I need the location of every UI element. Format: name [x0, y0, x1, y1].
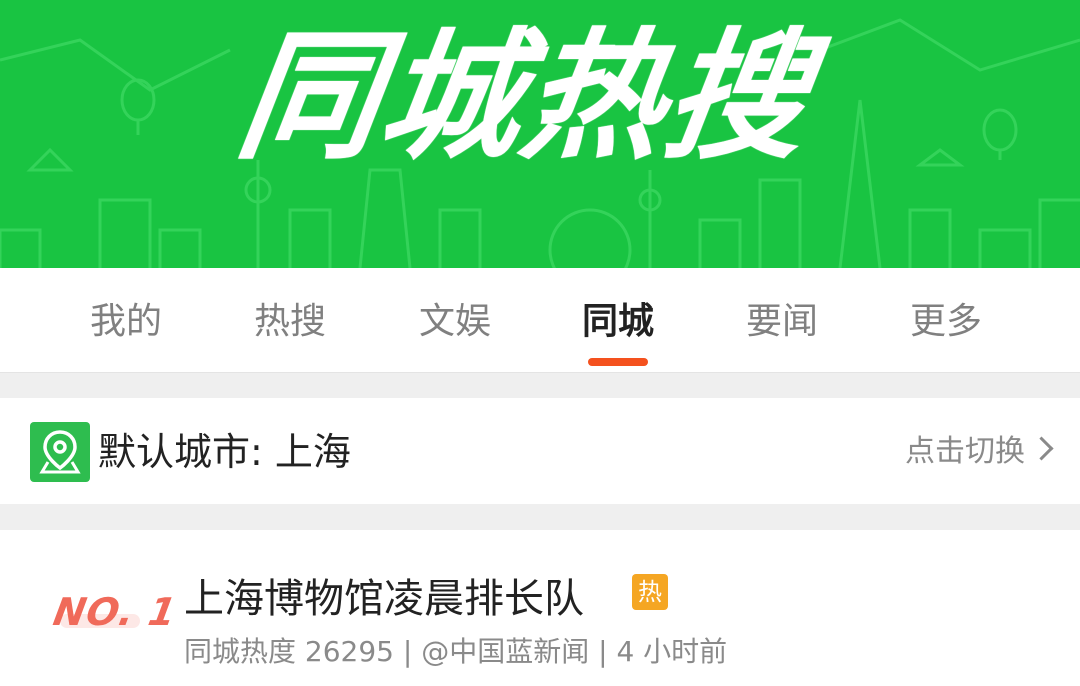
- location-pin-icon: [30, 422, 90, 482]
- tab-entertainment[interactable]: 文娱: [390, 268, 520, 372]
- default-city-label: 默认城市: 上海: [98, 430, 351, 474]
- tab-local[interactable]: 同城: [553, 268, 683, 372]
- rank-number: NO. 1: [50, 590, 181, 634]
- default-city-row: 默认城市: 上海 点击切换: [0, 398, 1080, 504]
- item-meta: 同城热度 26295 | @中国蓝新闻 | 4 小时前: [184, 635, 728, 668]
- banner-title: 同城热搜: [228, 16, 820, 179]
- switch-city-label: 点击切换: [905, 434, 1025, 469]
- chevron-right-icon: [1029, 436, 1054, 461]
- tab-more[interactable]: 更多: [881, 268, 1011, 372]
- switch-city-button[interactable]: 点击切换: [905, 398, 1054, 504]
- hot-badge: 热: [632, 574, 668, 610]
- list-item[interactable]: NO. 1 上海博物馆凌晨排长队 热 同城热度 26295 | @中国蓝新闻 |…: [0, 530, 1080, 686]
- header-banner: 同城热搜: [0, 0, 1080, 268]
- item-title: 上海博物馆凌晨排长队: [184, 576, 584, 622]
- active-tab-indicator: [588, 358, 648, 366]
- category-tabs: 我的 热搜 文娱 同城 要闻 更多: [0, 268, 1080, 373]
- tab-hot-search[interactable]: 热搜: [225, 268, 355, 372]
- tab-news[interactable]: 要闻: [717, 268, 847, 372]
- tab-mine[interactable]: 我的: [61, 268, 191, 372]
